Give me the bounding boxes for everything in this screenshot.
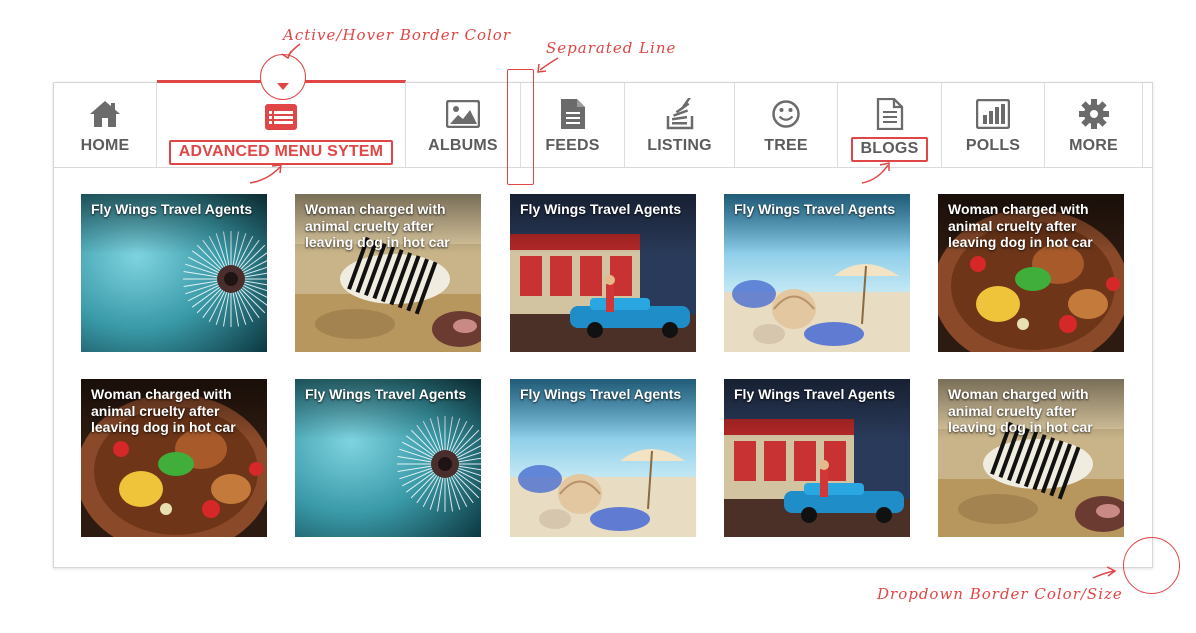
annotation-dropdown-border: Dropdown Border Color/Size (877, 585, 1123, 603)
grid-tile[interactable]: Fly Wings Travel Agents (510, 194, 696, 352)
tile-caption: Fly Wings Travel Agents (734, 201, 896, 217)
menu-item-label: MORE (1069, 137, 1118, 154)
tile-caption: Fly Wings Travel Agents (734, 386, 896, 402)
menu-item-label: BLOGS (838, 137, 941, 162)
gear-icon (1045, 98, 1142, 130)
grid-tile[interactable]: Fly Wings Travel Agents (724, 379, 910, 537)
menu-item-listing[interactable]: LISTING (625, 83, 735, 167)
menu-item-tree[interactable]: TREE (735, 83, 838, 167)
hover-text-highlight: ADVANCED MENU SYTEM (168, 140, 394, 165)
dropdown-menu-container: HOME ADVANCED MENU SYTEM ALBUMS FEEDS LI (53, 80, 1153, 568)
tile-caption: Fly Wings Travel Agents (305, 386, 467, 402)
grid-tile[interactable]: Fly Wings Travel Agents (724, 194, 910, 352)
annotation-separated-line: Separated Line (546, 39, 677, 57)
menu-item-feeds[interactable]: FEEDS (521, 83, 625, 167)
grid-tile[interactable]: Woman charged with animal cruelty after … (295, 194, 481, 352)
menu-item-label: ADVANCED MENU SYTEM (157, 140, 405, 165)
tile-image (724, 194, 910, 352)
menu-item-home[interactable]: HOME (54, 83, 157, 167)
grid-tile[interactable]: Woman charged with animal cruelty after … (938, 379, 1124, 537)
menu-item-label: FEEDS (545, 137, 600, 154)
tile-caption: Fly Wings Travel Agents (520, 386, 682, 402)
menu-item-polls[interactable]: POLLS (942, 83, 1045, 167)
menu-item-label: LISTING (647, 137, 712, 154)
chevron-down-icon (277, 83, 289, 90)
home-icon (54, 98, 156, 130)
bar-chart-icon (942, 98, 1044, 130)
menu-item-more[interactable]: MORE (1045, 83, 1143, 167)
tile-image (81, 194, 267, 352)
file-text-icon (838, 98, 941, 130)
menu-bar: HOME ADVANCED MENU SYTEM ALBUMS FEEDS LI (54, 80, 1152, 168)
menu-item-albums[interactable]: ALBUMS (406, 83, 521, 167)
annotation-circle-active-border (260, 54, 306, 100)
tile-caption: Fly Wings Travel Agents (520, 201, 682, 217)
document-icon (521, 98, 624, 130)
grid-tile[interactable]: Woman charged with animal cruelty after … (938, 194, 1124, 352)
menu-item-label: POLLS (965, 137, 1021, 154)
grid-tile[interactable]: Fly Wings Travel Agents (295, 379, 481, 537)
grid-tile[interactable]: Woman charged with animal cruelty after … (81, 379, 267, 537)
annotation-circle-dropdown-border (1123, 537, 1180, 594)
tile-image (295, 379, 481, 537)
tile-image (724, 379, 910, 537)
menu-item-label: HOME (80, 137, 130, 154)
smile-icon (735, 98, 837, 130)
text-color-highlight: BLOGS (850, 137, 929, 162)
annotation-active-hover-border: Active/Hover Border Color (283, 26, 512, 44)
tile-caption: Woman charged with animal cruelty after … (305, 201, 450, 250)
menu-item-label: TREE (764, 137, 808, 154)
menu-item-label: ALBUMS (428, 137, 498, 154)
tile-caption: Fly Wings Travel Agents (91, 201, 253, 217)
list-icon (157, 101, 405, 133)
tile-caption: Woman charged with animal cruelty after … (948, 201, 1093, 250)
menu-item-blogs[interactable]: BLOGS (838, 83, 942, 167)
grid-tile[interactable]: Fly Wings Travel Agents (81, 194, 267, 352)
image-icon (406, 98, 520, 130)
tile-caption: Woman charged with animal cruelty after … (91, 386, 236, 435)
stack-icon (625, 98, 734, 130)
tile-image (510, 379, 696, 537)
tile-image (510, 194, 696, 352)
tile-caption: Woman charged with animal cruelty after … (948, 386, 1093, 435)
annotation-separator-highlight (507, 69, 534, 185)
grid-tile[interactable]: Fly Wings Travel Agents (510, 379, 696, 537)
